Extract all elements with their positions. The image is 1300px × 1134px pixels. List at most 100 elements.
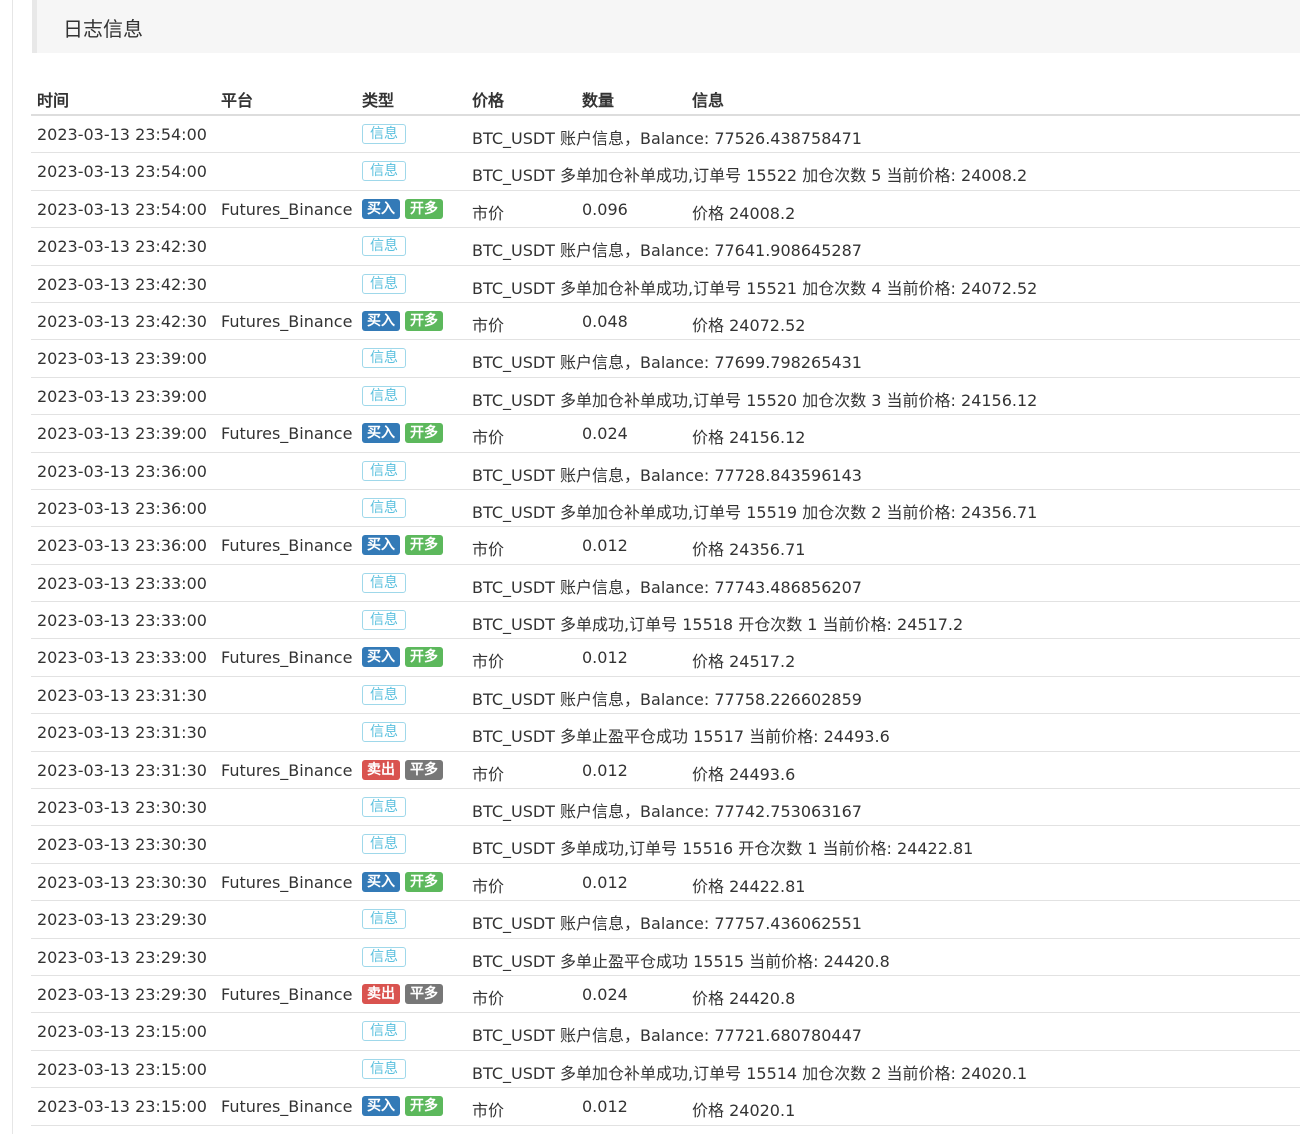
header-type[interactable]: 类型 bbox=[362, 87, 394, 111]
header-time[interactable]: 时间 bbox=[37, 87, 69, 111]
table-row: 2023-03-13 23:29:30 信息 BTC_USDT 多单止盈平仓成功 1… bbox=[31, 939, 1300, 976]
info-badge: 信息 bbox=[362, 348, 406, 369]
row-price: 市价 bbox=[472, 764, 505, 784]
header-platform[interactable]: 平台 bbox=[221, 87, 253, 111]
row-platform: Futures_Binance bbox=[221, 648, 353, 668]
sell-badge: 卖出 bbox=[362, 759, 400, 780]
header-message[interactable]: 信息 bbox=[692, 87, 724, 111]
row-amount: 0.012 bbox=[582, 1097, 628, 1117]
table-row: 2023-03-13 23:29:30 信息 BTC_USDT 账户信息，Balan… bbox=[31, 901, 1300, 939]
table-row: 2023-03-13 23:30:30 Futures_Binance 买入 开多 市价… bbox=[31, 864, 1300, 902]
row-type: 买入 开多 bbox=[362, 647, 443, 668]
row-type: 信息 bbox=[362, 236, 406, 257]
row-platform: Futures_Binance bbox=[221, 1097, 353, 1117]
info-badge: 信息 bbox=[362, 385, 406, 406]
buy-badge: 买入 bbox=[362, 871, 400, 892]
table-row: 2023-03-13 23:31:30 Futures_Binance 卖出 平多 市价… bbox=[31, 752, 1300, 790]
row-message: BTC_USDT 多单止盈平仓成功 15517 当前价格: 24493.6 bbox=[472, 727, 890, 747]
info-badge: 信息 bbox=[362, 946, 406, 967]
row-time: 2023-03-13 23:30:30 bbox=[37, 798, 207, 818]
row-message: 价格 24072.52 bbox=[692, 315, 806, 335]
buy-badge: 买入 bbox=[362, 1096, 400, 1117]
sell-badge: 卖出 bbox=[362, 983, 400, 1004]
row-time: 2023-03-13 23:36:00 bbox=[37, 461, 207, 481]
row-time: 2023-03-13 23:15:00 bbox=[37, 1097, 207, 1117]
row-time: 2023-03-13 23:31:30 bbox=[37, 723, 207, 743]
row-type: 买入 开多 bbox=[362, 423, 443, 444]
header-price[interactable]: 价格 bbox=[472, 87, 504, 111]
row-time: 2023-03-13 23:15:00 bbox=[37, 1059, 207, 1079]
table-row: 2023-03-13 23:54:00 信息 BTC_USDT 多单加仓补单成功,订… bbox=[31, 153, 1300, 191]
row-amount: 0.024 bbox=[582, 424, 628, 444]
info-badge: 信息 bbox=[362, 161, 406, 182]
row-time: 2023-03-13 23:36:00 bbox=[37, 536, 207, 556]
table-row: 2023-03-13 23:42:30 Futures_Binance 买入 开多 市价… bbox=[31, 303, 1300, 341]
row-price: 市价 bbox=[472, 203, 505, 223]
row-message: BTC_USDT 多单加仓补单成功,订单号 15522 加仓次数 5 当前价格:… bbox=[472, 166, 1028, 186]
row-type: 信息 bbox=[362, 610, 406, 631]
log-table: 时间 平台 类型 价格 数量 信息 2023-03-13 23:54:00 信息 B… bbox=[31, 78, 1300, 1126]
row-time: 2023-03-13 23:31:30 bbox=[37, 760, 207, 780]
row-amount: 0.024 bbox=[582, 984, 628, 1004]
row-type: 买入 开多 bbox=[362, 535, 443, 556]
row-message: BTC_USDT 账户信息，Balance: 77758.226602859 bbox=[472, 689, 862, 709]
row-time: 2023-03-13 23:39:00 bbox=[37, 424, 207, 444]
row-time: 2023-03-13 23:39:00 bbox=[37, 349, 207, 369]
info-badge: 信息 bbox=[362, 797, 406, 818]
buy-badge: 买入 bbox=[362, 198, 400, 219]
row-time: 2023-03-13 23:39:00 bbox=[37, 386, 207, 406]
table-header: 时间 平台 类型 价格 数量 信息 bbox=[31, 78, 1300, 116]
buy-badge: 买入 bbox=[362, 535, 400, 556]
row-amount: 0.012 bbox=[582, 872, 628, 892]
table-row: 2023-03-13 23:15:00 信息 BTC_USDT 账户信息，Balan… bbox=[31, 1013, 1300, 1051]
row-message: BTC_USDT 多单成功,订单号 15518 开仓次数 1 当前价格: 245… bbox=[472, 615, 964, 635]
open-long-badge: 开多 bbox=[405, 647, 443, 668]
left-border bbox=[12, 0, 13, 1134]
row-message: BTC_USDT 多单成功,订单号 15516 开仓次数 1 当前价格: 244… bbox=[472, 839, 974, 859]
table-row: 2023-03-13 23:36:00 信息 BTC_USDT 多单加仓补单成功,订… bbox=[31, 490, 1300, 528]
row-type: 信息 bbox=[362, 834, 406, 855]
row-time: 2023-03-13 23:30:30 bbox=[37, 872, 207, 892]
info-badge: 信息 bbox=[362, 497, 406, 518]
row-time: 2023-03-13 23:33:00 bbox=[37, 611, 207, 631]
row-message: BTC_USDT 多单加仓补单成功,订单号 15521 加仓次数 4 当前价格:… bbox=[472, 278, 1038, 298]
row-time: 2023-03-13 23:54:00 bbox=[37, 162, 207, 182]
row-message: BTC_USDT 账户信息，Balance: 77728.843596143 bbox=[472, 465, 862, 485]
row-price: 市价 bbox=[472, 1101, 505, 1121]
row-message: 价格 24156.12 bbox=[692, 428, 806, 448]
row-amount: 0.048 bbox=[582, 311, 628, 331]
header-amount[interactable]: 数量 bbox=[582, 87, 614, 111]
row-type: 信息 bbox=[362, 460, 406, 481]
open-long-badge: 开多 bbox=[405, 310, 443, 331]
row-type: 信息 bbox=[362, 946, 406, 967]
row-amount: 0.012 bbox=[582, 536, 628, 556]
row-platform: Futures_Binance bbox=[221, 199, 353, 219]
info-badge: 信息 bbox=[362, 273, 406, 294]
row-message: BTC_USDT 账户信息，Balance: 77757.436062551 bbox=[472, 914, 862, 934]
table-row: 2023-03-13 23:29:30 Futures_Binance 卖出 平多 市价… bbox=[31, 976, 1300, 1014]
row-time: 2023-03-13 23:36:00 bbox=[37, 498, 207, 518]
panel-title: 日志信息 bbox=[63, 17, 143, 41]
row-message: BTC_USDT 账户信息，Balance: 77526.438758471 bbox=[472, 129, 862, 148]
row-time: 2023-03-13 23:42:30 bbox=[37, 311, 207, 331]
row-message: 价格 24356.71 bbox=[692, 540, 806, 560]
info-badge: 信息 bbox=[362, 610, 406, 631]
row-type: 信息 bbox=[362, 124, 406, 144]
row-message: BTC_USDT 账户信息，Balance: 77641.908645287 bbox=[472, 241, 862, 261]
info-badge: 信息 bbox=[362, 1021, 406, 1042]
table-row: 2023-03-13 23:54:00 Futures_Binance 买入 开多 市价… bbox=[31, 191, 1300, 229]
info-badge: 信息 bbox=[362, 460, 406, 481]
info-badge: 信息 bbox=[362, 684, 406, 705]
row-time: 2023-03-13 23:54:00 bbox=[37, 199, 207, 219]
row-time: 2023-03-13 23:15:00 bbox=[37, 1022, 207, 1042]
buy-badge: 买入 bbox=[362, 647, 400, 668]
table-row: 2023-03-13 23:15:00 Futures_Binance 买入 开多 市价… bbox=[31, 1088, 1300, 1126]
row-type: 买入 开多 bbox=[362, 198, 443, 219]
table-row: 2023-03-13 23:33:00 信息 BTC_USDT 账户信息，Balan… bbox=[31, 565, 1300, 603]
row-message: BTC_USDT 账户信息，Balance: 77742.753063167 bbox=[472, 802, 862, 822]
row-amount: 0.012 bbox=[582, 648, 628, 668]
row-price: 市价 bbox=[472, 540, 505, 560]
row-message: BTC_USDT 账户信息，Balance: 77699.798265431 bbox=[472, 353, 862, 373]
table-row: 2023-03-13 23:36:00 Futures_Binance 买入 开多 市价… bbox=[31, 527, 1300, 565]
row-type: 信息 bbox=[362, 909, 406, 930]
